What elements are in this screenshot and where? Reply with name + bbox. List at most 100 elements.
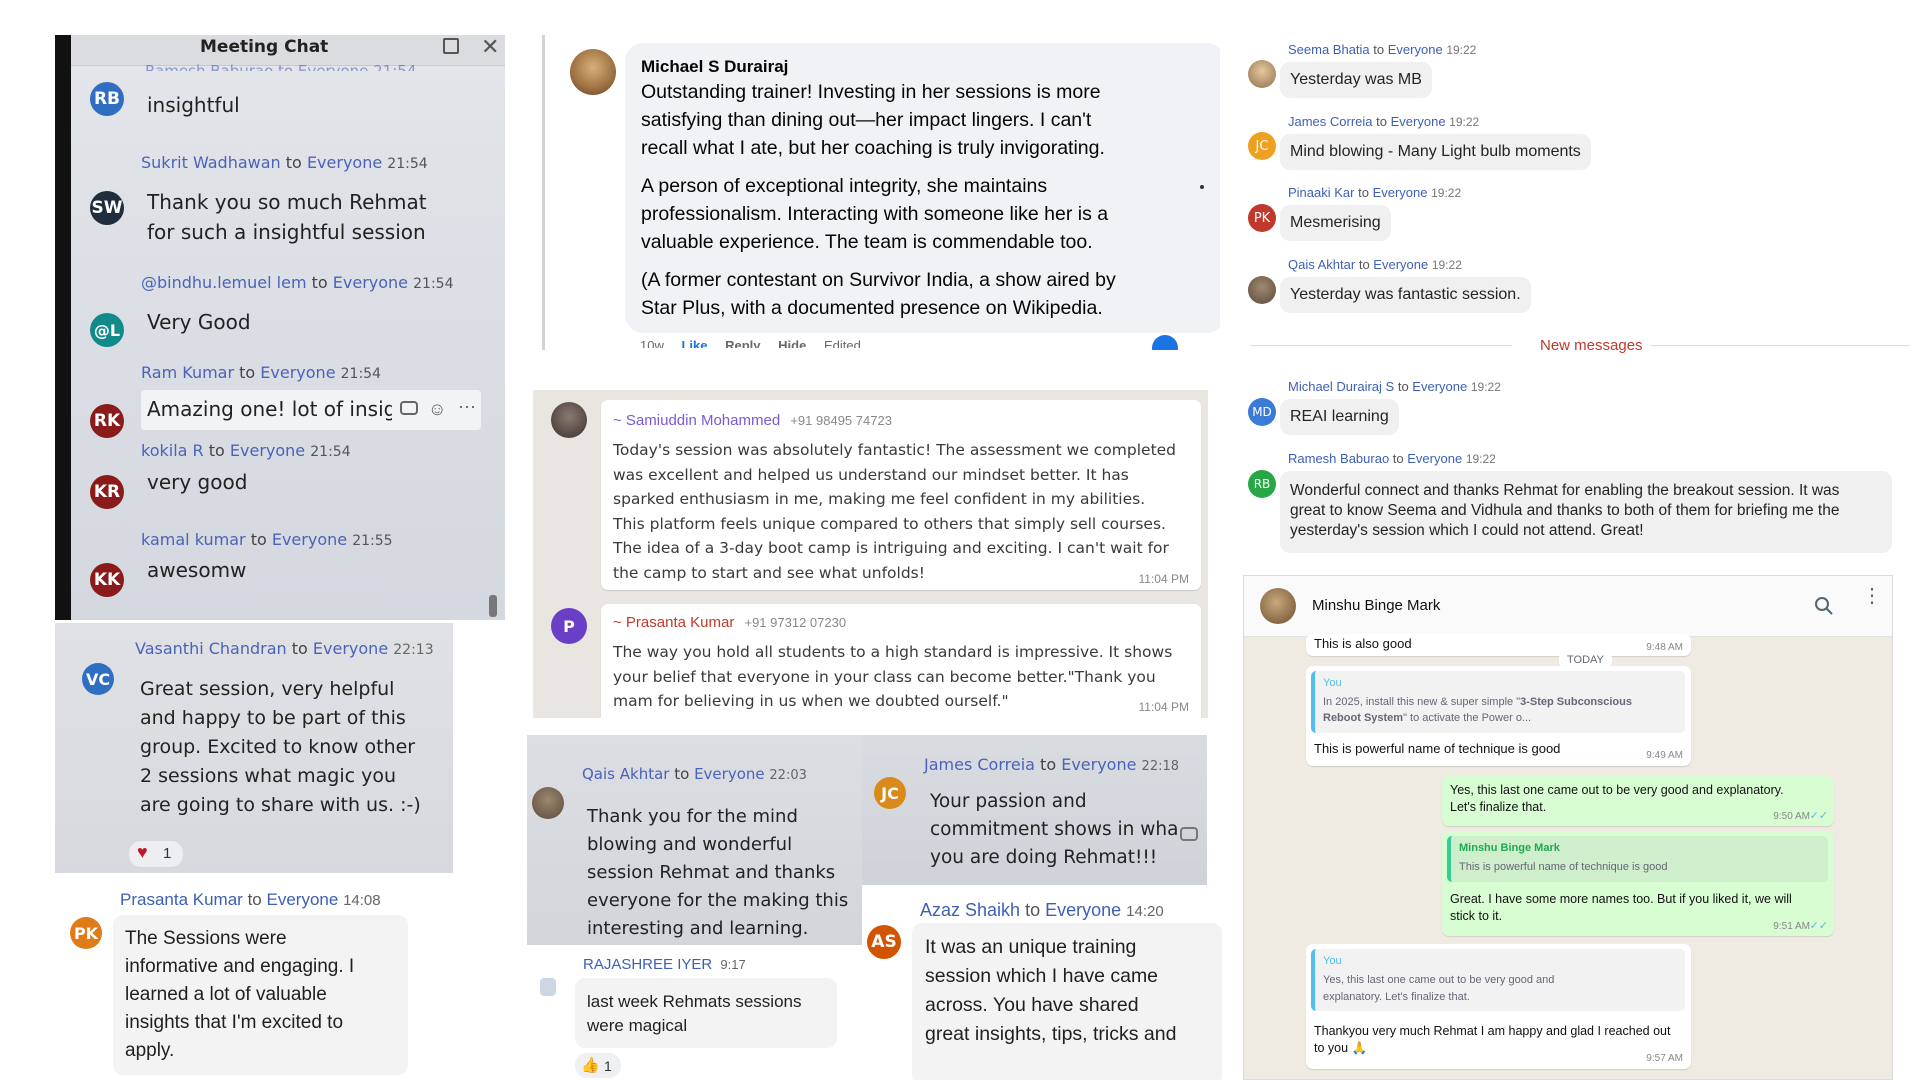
message-bubble-incoming[interactable]: This is also good 9:48 AM xyxy=(1306,634,1691,656)
contact-avatar[interactable] xyxy=(1260,588,1296,624)
divider xyxy=(1650,345,1910,346)
message-bubble[interactable]: Yesterday was fantastic session. xyxy=(1280,277,1531,313)
to-label: to xyxy=(291,639,308,658)
menu-icon[interactable]: ⋮ xyxy=(1862,586,1882,606)
quote-text: In 2025, install this new & super simple… xyxy=(1323,696,1521,708)
popout-icon[interactable] xyxy=(443,38,459,54)
sender-avatar: P xyxy=(551,608,587,644)
message-bubble[interactable]: It was an unique training session which … xyxy=(912,923,1222,1080)
avatar: RK xyxy=(90,404,124,438)
sender-name: RAJASHREE IYER xyxy=(583,956,713,973)
avatar: AS xyxy=(867,925,901,959)
meeting-chat-title: Meeting Chat xyxy=(200,37,329,57)
sender-name: Ram Kumar xyxy=(141,363,235,382)
reply-icon[interactable] xyxy=(400,401,418,415)
rajashree-chat-panel: RAJASHREE IYER 9:17 last week Rehmats se… xyxy=(530,948,850,1080)
recipient: Everyone xyxy=(306,153,383,172)
message-bubble[interactable]: The Sessions were informative and engagi… xyxy=(113,915,408,1075)
chat-message-line: blowing and wonderful xyxy=(587,834,793,855)
message-bubble-incoming[interactable]: You Yes, this last one came out to be ve… xyxy=(1306,944,1691,1069)
message-bubble[interactable]: Mind blowing - Many Light bulb moments xyxy=(1280,134,1591,170)
comment-line: Star Plus, with a documented presence on… xyxy=(641,297,1103,319)
avatar: KK xyxy=(90,563,124,597)
message-line: mam for believing in us when we doubted … xyxy=(613,692,1009,710)
sender-name: James Correia xyxy=(1288,114,1373,129)
edited-label: Edited xyxy=(823,338,861,348)
comment-line: recall what I ate, but her coaching is t… xyxy=(641,137,1105,159)
message-bubble[interactable]: ~ Prasanta Kumar +91 97312 07230 The way… xyxy=(601,604,1201,718)
timestamp: 19:22 xyxy=(1431,186,1462,200)
recipient: Everyone xyxy=(229,441,306,460)
chat-message-line: insights that I'm excited to xyxy=(125,1012,344,1033)
sender-name: ~ Prasanta Kumar xyxy=(613,614,735,631)
dot xyxy=(1200,185,1204,189)
like-link[interactable]: Like xyxy=(681,338,707,348)
timestamp: 19:22 xyxy=(1449,115,1480,129)
quoted-message[interactable]: You In 2025, install this new & super si… xyxy=(1311,671,1685,733)
quote-author: Minshu Binge Mark xyxy=(1459,842,1560,854)
timestamp: 14:08 xyxy=(343,892,381,909)
reply-link[interactable]: Reply xyxy=(725,338,760,348)
timestamp: 22:03 xyxy=(769,768,807,783)
whatsapp-group-panel: ~ Samiuddin Mohammed +91 98495 74723 Tod… xyxy=(533,390,1208,718)
message-line: your belief that everyone in your class … xyxy=(613,667,1156,686)
emoji-reaction-icon[interactable]: ☺ xyxy=(428,399,446,420)
message-bubble-incoming[interactable]: You In 2025, install this new & super si… xyxy=(1306,666,1691,766)
zoom-chat-panel: Seema Bhatia to Everyone 19:22 Yesterday… xyxy=(1240,30,1920,570)
timestamp: 21:54 xyxy=(340,366,381,382)
quoted-message[interactable]: Minshu Binge Mark This is powerful name … xyxy=(1447,836,1828,882)
qais-chat-panel: Qais Akhtar to Everyone 22:03 Thank you … xyxy=(527,735,862,945)
chat-message-line: everyone for the making this xyxy=(587,890,849,911)
thumbs-up-reaction[interactable]: 👍 1 xyxy=(575,1053,621,1078)
message-bubble[interactable]: ~ Samiuddin Mohammed +91 98495 74723 Tod… xyxy=(601,400,1201,590)
message-bubble[interactable]: REAI learning xyxy=(1280,399,1399,435)
avatar: PK xyxy=(70,917,102,949)
heart-reaction[interactable]: ♥ 1 xyxy=(129,841,183,867)
close-icon[interactable]: ✕ xyxy=(481,35,499,60)
message-text: This is also good xyxy=(1314,636,1412,651)
chat-message-text: Mind blowing - Many Light bulb moments xyxy=(1290,143,1581,160)
message-bubble-outgoing[interactable]: Yes, this last one came out to be very g… xyxy=(1442,776,1834,826)
chat-message-text: for such a insightful session xyxy=(147,220,426,244)
more-options-icon[interactable]: ⋯ xyxy=(458,397,476,418)
to-label: to xyxy=(1376,114,1387,129)
message-bubble[interactable]: Mesmerising xyxy=(1280,205,1391,241)
chat-message-text: REAI learning xyxy=(1290,408,1389,425)
reaction-count: 1 xyxy=(163,845,172,862)
timestamp: 21:54 xyxy=(310,444,351,460)
reply-icon[interactable] xyxy=(1180,827,1198,841)
sender-phone: +91 97312 07230 xyxy=(744,615,847,630)
timestamp: 14:20 xyxy=(1126,903,1164,920)
comment-author: Michael S Durairaj xyxy=(641,57,789,76)
sender-name: Qais Akhtar xyxy=(582,765,670,783)
message-line: Yes, this last one came out to be very g… xyxy=(1450,783,1784,797)
sender-phone: +91 98495 74723 xyxy=(790,413,892,428)
recipient: Everyone xyxy=(1061,755,1137,774)
quote-text: " to activate the Power o... xyxy=(1403,712,1532,724)
chat-message-line: interesting and learning. xyxy=(587,918,809,939)
sender-avatar xyxy=(551,402,587,438)
sender-name: Azaz Shaikh xyxy=(920,900,1021,920)
timestamp: 21:54 xyxy=(387,156,428,172)
message-bubble[interactable]: Wonderful connect and thanks Rehmat for … xyxy=(1280,471,1892,553)
sender-name: James Correia xyxy=(924,755,1035,774)
message-bubble[interactable]: last week Rehmats sessions were magical xyxy=(575,978,837,1048)
message-bubble[interactable]: Yesterday was MB xyxy=(1280,62,1432,98)
chat-message-line: great to know Seema and Vidhula and than… xyxy=(1290,502,1840,519)
quoted-message[interactable]: You Yes, this last one came out to be ve… xyxy=(1311,949,1685,1011)
chat-message-line: Wonderful connect and thanks Rehmat for … xyxy=(1290,482,1840,499)
prasanta-chat-panel: Prasanta Kumar to Everyone 14:08 PK The … xyxy=(65,885,445,1080)
chat-message-line: 2 sessions what magic you xyxy=(140,765,396,787)
contact-name[interactable]: Minshu Binge Mark xyxy=(1312,597,1440,614)
message-bubble-outgoing[interactable]: Minshu Binge Mark This is powerful name … xyxy=(1442,831,1834,936)
sender-name: Pinaaki Kar xyxy=(1288,185,1355,200)
to-label: to xyxy=(1040,755,1057,774)
search-icon[interactable] xyxy=(1814,596,1834,616)
to-label: to xyxy=(239,363,256,382)
timestamp: 19:22 xyxy=(1431,258,1462,272)
cut-sender: Ramesh Baburao to Everyone 21:54 xyxy=(145,62,417,71)
quote-text: This is powerful name of technique is go… xyxy=(1459,861,1668,873)
to-label: to xyxy=(1025,900,1041,920)
hide-link[interactable]: Hide xyxy=(778,338,806,348)
scrollbar[interactable] xyxy=(489,595,497,617)
